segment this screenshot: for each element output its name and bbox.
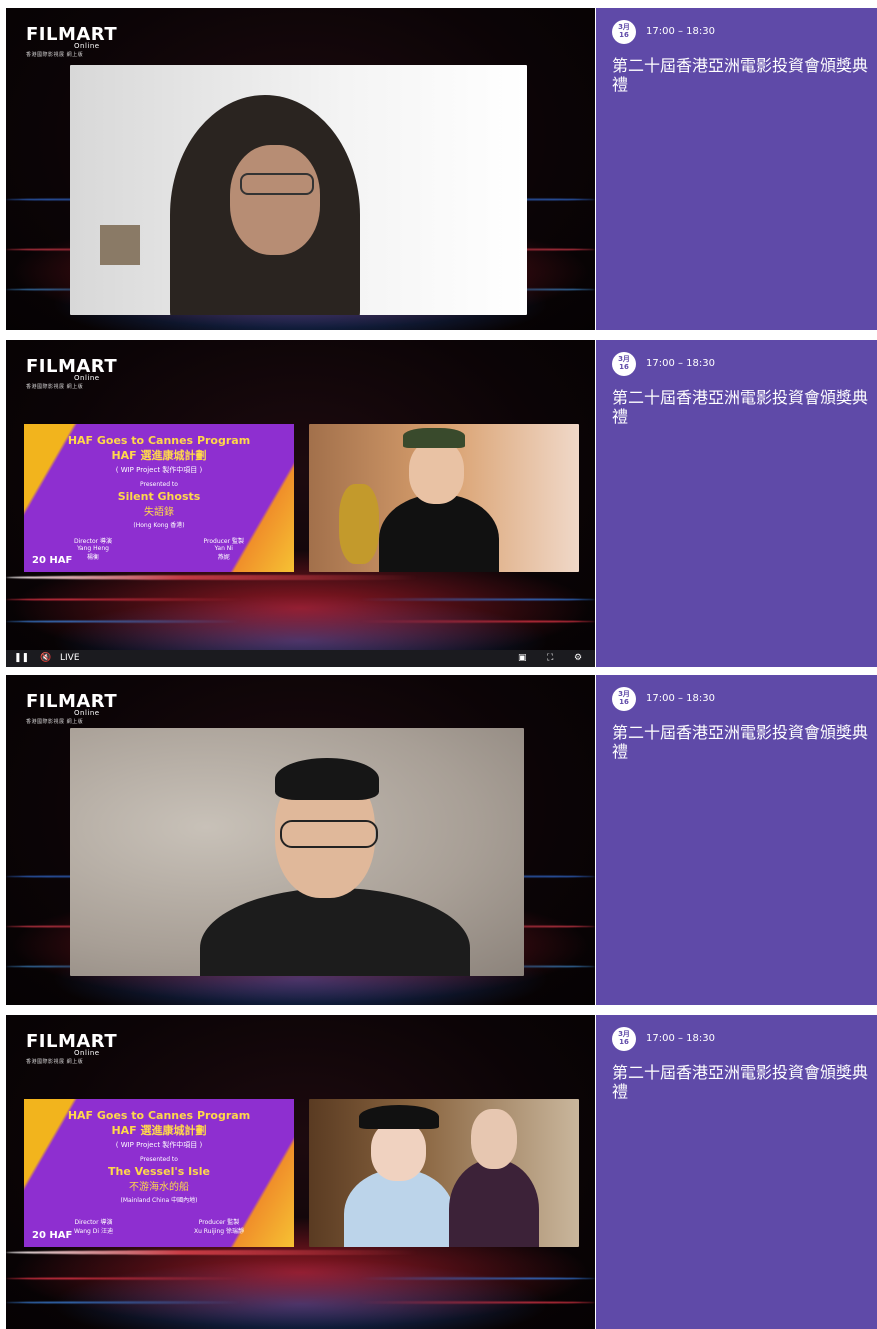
date-badge: 3月 16	[612, 1027, 636, 1051]
time-range: 17:00 – 18:30	[646, 358, 715, 369]
event-title: 第二十屆香港亞洲電影投資會頒獎典禮	[612, 1063, 869, 1101]
video-stage[interactable]: FILMART Online 香港國際影視展 網上版 HAF Goes to C…	[6, 1015, 595, 1329]
filmart-logo: FILMART Online 香港國際影視展 網上版	[26, 691, 118, 725]
schedule-sidebar: 3月 16 17:00 – 18:30 第二十屆香港亞洲電影投資會頒獎典禮	[596, 340, 877, 667]
event-title: 第二十屆香港亞洲電影投資會頒獎典禮	[612, 56, 869, 94]
video-stage[interactable]: FILMART Online 香港國際影視展 網上版	[6, 675, 595, 1005]
time-range: 17:00 – 18:30	[646, 693, 715, 704]
event-title: 第二十屆香港亞洲電影投資會頒獎典禮	[612, 388, 869, 426]
film-title: Silent Ghosts	[117, 490, 201, 503]
date-badge: 3月 16	[612, 687, 636, 711]
video-stage[interactable]: FILMART Online 香港國際影視展 網上版	[6, 8, 595, 330]
event-title: 第二十屆香港亞洲電影投資會頒獎典禮	[612, 723, 869, 761]
speaker-video	[309, 1099, 579, 1247]
fullscreen-icon[interactable]: ⛶	[547, 653, 553, 663]
speaker-video	[70, 728, 524, 976]
stream-panel-4: FILMART Online 香港國際影視展 網上版 HAF Goes to C…	[6, 1015, 877, 1329]
time-range: 17:00 – 18:30	[646, 26, 715, 37]
stream-panel-2: FILMART Online 香港國際影視展 網上版 HAF Goes to C…	[6, 340, 877, 667]
date-badge: 3月 16	[612, 352, 636, 376]
player-controls: ❚❚ 🔇 LIVE ▣ ⛶ ⚙	[6, 650, 595, 667]
schedule-sidebar: 3月 16 17:00 – 18:30 第二十屆香港亞洲電影投資會頒獎典禮	[596, 675, 877, 1005]
award-card: HAF Goes to Cannes Program HAF 選進康城計劃 ( …	[24, 424, 294, 572]
video-stage[interactable]: FILMART Online 香港國際影視展 網上版 HAF Goes to C…	[6, 340, 595, 667]
stream-panel-3: FILMART Online 香港國際影視展 網上版 3月 16 17:00 – …	[6, 675, 877, 1005]
date-badge: 3月 16	[612, 20, 636, 44]
pip-icon[interactable]: ▣	[518, 653, 527, 663]
schedule-sidebar: 3月 16 17:00 – 18:30 第二十屆香港亞洲電影投資會頒獎典禮	[596, 1015, 877, 1329]
haf-logo: 20 HAF	[32, 555, 73, 566]
speaker-video	[309, 424, 579, 572]
live-badge: LIVE	[60, 653, 80, 663]
pause-icon[interactable]: ❚❚	[14, 653, 29, 663]
filmart-logo: FILMART Online 香港國際影視展 網上版	[26, 356, 118, 390]
stream-panel-1: FILMART Online 香港國際影視展 網上版 3月 16 17:00 – …	[6, 8, 877, 330]
gear-icon[interactable]: ⚙	[574, 653, 582, 663]
award-card: HAF Goes to Cannes Program HAF 選進康城計劃 ( …	[24, 1099, 294, 1247]
filmart-logo: FILMART Online 香港國際影視展 網上版	[26, 1031, 118, 1065]
time-range: 17:00 – 18:30	[646, 1033, 715, 1044]
mute-icon[interactable]: 🔇	[40, 653, 51, 663]
filmart-logo: FILMART Online 香港國際影視展 網上版	[26, 24, 118, 58]
haf-logo: 20 HAF	[32, 1230, 73, 1241]
film-title: The Vessel's Isle	[108, 1165, 210, 1178]
speaker-video	[70, 65, 527, 315]
schedule-sidebar: 3月 16 17:00 – 18:30 第二十屆香港亞洲電影投資會頒獎典禮	[596, 8, 877, 330]
